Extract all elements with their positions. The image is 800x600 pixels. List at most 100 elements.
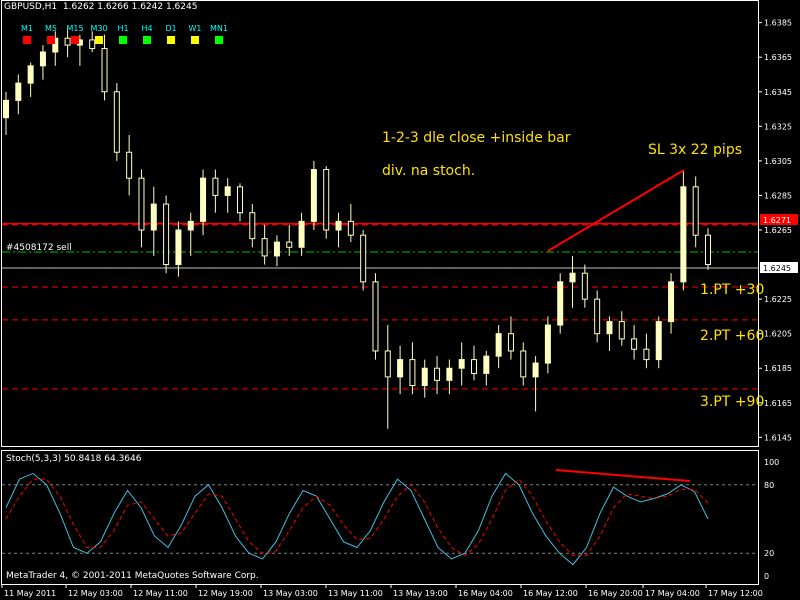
divergence-note: div. na stoch. [382, 163, 476, 179]
timeframe-w1[interactable]: W1 [183, 24, 207, 44]
candle [27, 65, 34, 84]
timeframe-mn1[interactable]: MN1 [207, 24, 231, 44]
chart-header: GBPUSD,H1 1.6262 1.6266 1.6242 1.6245 [4, 2, 197, 12]
candle [421, 367, 428, 387]
candle [310, 169, 317, 222]
price-tick-label: 1.6365 [764, 53, 792, 62]
order-label[interactable]: #4508172 sell [6, 243, 72, 253]
candle [384, 350, 391, 378]
candle [249, 212, 256, 240]
timeframe-d1[interactable]: D1 [159, 24, 183, 44]
candle [286, 241, 293, 248]
profit-target-3: 3.PT +90 [700, 394, 765, 410]
candle [347, 220, 354, 236]
candle [594, 298, 601, 335]
candle [631, 338, 638, 350]
timeframe-h1[interactable]: H1 [111, 24, 135, 44]
candle [544, 324, 551, 364]
status-square-icon [167, 36, 175, 44]
candle [323, 169, 330, 231]
candle [446, 367, 453, 381]
candle [335, 220, 342, 231]
candle [3, 99, 9, 119]
candle [680, 186, 687, 283]
profit-target-1: 1.PT +30 [700, 282, 765, 298]
candle [520, 350, 527, 378]
timeframe-m15[interactable]: M15 [63, 24, 87, 44]
candle [471, 359, 477, 374]
price-tick-label: 1.6265 [764, 226, 792, 235]
timeframe-m30[interactable]: M30 [87, 24, 111, 44]
price-tick-label: 1.6185 [764, 364, 792, 373]
candle [434, 367, 441, 381]
candle [200, 177, 207, 222]
candle [705, 234, 711, 266]
axes: 1.63651.63451.63251.63051.62851.62651.62… [1, 0, 798, 598]
status-square-icon [119, 36, 127, 44]
divergence-trendline [547, 169, 685, 252]
candle [15, 82, 22, 101]
time-tick-label: 11 May 2011 [4, 589, 56, 598]
stoch-level-label: 100 [764, 458, 779, 467]
candle [643, 348, 650, 361]
price-tick-label: 1.6225 [764, 295, 792, 304]
candle [606, 321, 613, 335]
candle [175, 229, 182, 266]
price-tick-label: 1.6205 [764, 330, 792, 339]
stoch-level-label: 0 [764, 572, 769, 581]
candle [273, 241, 280, 257]
candle [212, 177, 219, 196]
candle [618, 321, 625, 340]
stoch-level-label: 80 [764, 481, 774, 490]
stoch-divergence-trendline [555, 469, 691, 482]
time-tick-label: 12 May 11:00 [133, 589, 188, 598]
time-tick-label: 13 May 19:00 [393, 589, 448, 598]
status-square-icon [95, 36, 103, 44]
timeframe-m1[interactable]: M1 [15, 24, 39, 44]
candle [163, 203, 170, 266]
time-tick-label: 12 May 03:00 [68, 589, 123, 598]
candle [692, 186, 699, 236]
stochastic-panel [2, 469, 758, 566]
stoch-level-label: 20 [764, 549, 774, 558]
price-tick-label: 1.6305 [764, 157, 792, 166]
candle [187, 220, 194, 231]
price-tick-label: 1.6345 [764, 88, 792, 97]
candle [138, 177, 145, 231]
candle [101, 48, 108, 93]
current-price-label: 1.6245 [763, 264, 791, 273]
timeframe-m5[interactable]: M5 [39, 24, 63, 44]
candle [581, 272, 588, 300]
candle [409, 359, 416, 387]
time-tick-label: 16 May 04:00 [458, 589, 513, 598]
ohlc-quote: 1.6262 1.6266 1.6242 1.6245 [62, 2, 198, 12]
price-chart[interactable]: 1.63651.63451.63251.63051.62851.62651.62… [0, 0, 800, 600]
stoploss-note: SL 3x 22 pips [648, 142, 743, 158]
time-tick-label: 16 May 12:00 [523, 589, 578, 598]
stoch-signal-line [5, 478, 709, 557]
candle [495, 333, 502, 357]
candle [668, 281, 675, 323]
timeframe-h4[interactable]: H4 [135, 24, 159, 44]
candle [483, 355, 490, 374]
candle [557, 281, 564, 326]
stoch-indicator-label: Stoch(5,3,3) 50.8418 64.3646 [6, 454, 142, 464]
status-square-icon [23, 36, 31, 44]
status-square-icon [143, 36, 151, 44]
stoch-frame [1, 450, 759, 585]
candle [126, 151, 133, 179]
pattern-note: 1-2-3 dle close +inside bar [382, 130, 571, 146]
status-square-icon [71, 36, 79, 44]
main-chart-panel [2, 27, 758, 429]
price-tick-label: 1.6145 [764, 433, 792, 442]
price-tick-label: 1.6385 [764, 19, 792, 28]
time-tick-label: 17 May 12:00 [708, 589, 763, 598]
time-tick-label: 13 May 11:00 [328, 589, 383, 598]
candle [113, 91, 120, 153]
status-square-icon [47, 36, 55, 44]
time-tick-label: 13 May 03:00 [263, 589, 318, 598]
copyright-footer: MetaTrader 4, © 2001-2011 MetaQuotes Sof… [6, 571, 259, 581]
candle [360, 234, 367, 283]
candle [397, 359, 404, 378]
status-square-icon [215, 36, 223, 44]
